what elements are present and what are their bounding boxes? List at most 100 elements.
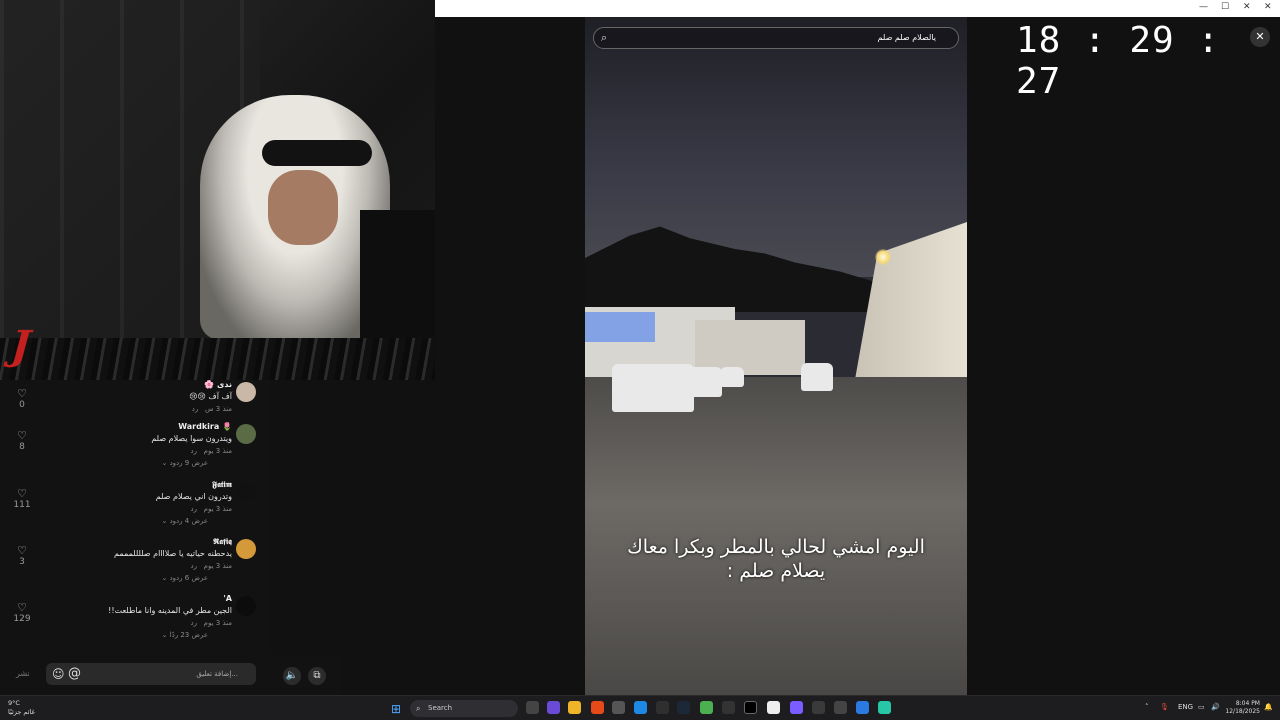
search-query[interactable]: يالصلام صلم صلم	[878, 33, 936, 42]
headset-gear	[360, 210, 435, 340]
like-count: 8	[19, 442, 25, 452]
folder-icon[interactable]	[568, 701, 581, 714]
parked-car	[720, 367, 744, 387]
search-icon[interactable]: ⌕	[601, 31, 607, 45]
streamer-agal	[262, 140, 372, 166]
excel-icon[interactable]	[812, 701, 825, 714]
windows-start-icon[interactable]: ⊞	[391, 702, 401, 716]
avatar[interactable]	[236, 539, 256, 559]
avatar[interactable]	[236, 482, 256, 502]
steam-icon[interactable]	[677, 701, 690, 714]
comment-text: وتدرون اني يصلام صلم	[155, 492, 232, 501]
volume-icon[interactable]: 🔈	[283, 667, 301, 685]
blue-light	[585, 312, 655, 342]
overlay-texture-stripe	[0, 338, 435, 380]
avatar[interactable]	[236, 424, 256, 444]
view-replies-button[interactable]: عرض 6 ردود	[170, 574, 208, 582]
reply-button[interactable]: رد	[190, 447, 197, 455]
store-icon[interactable]	[612, 701, 625, 714]
notification-icon[interactable]: 🔔	[1264, 703, 1273, 711]
streamer-face	[268, 170, 338, 245]
post-button[interactable]: نشر	[16, 669, 30, 678]
caption-line: يصلام صلم :	[726, 560, 826, 582]
parked-car	[801, 363, 833, 391]
app-grid-icon[interactable]	[856, 701, 869, 714]
mic-icon[interactable]: 🎙	[1160, 703, 1169, 711]
reply-button[interactable]: رد	[190, 505, 197, 513]
clock-display: 18 : 29 : 27	[1016, 20, 1221, 102]
weather-widget[interactable]: 9°C غائم جزئيًا	[8, 699, 35, 717]
display-icon[interactable]: ▭	[1198, 703, 1205, 711]
mention-icon[interactable]: @	[68, 666, 81, 681]
taskbar-date: 12/18/2025	[1225, 708, 1260, 715]
comment-item[interactable]: ♡ 8 🌷 Wardkira ويتدرون سوا يصلام صلم منذ …	[0, 422, 270, 478]
task-view-icon[interactable]	[526, 701, 539, 714]
chevron-down-icon: ⌄	[161, 517, 168, 525]
view-replies-button[interactable]: عرض 9 ردود	[170, 459, 208, 467]
weather-temp: 9°C	[8, 699, 20, 707]
comment-time: منذ 3 يوم	[203, 447, 232, 455]
like-count: 129	[13, 614, 31, 624]
comment-username[interactable]: 𝕽𝖆𝖋𝖎𝖖	[32, 537, 232, 548]
datetime[interactable]: 8:04 PM 12/18/2025	[1222, 700, 1260, 716]
xbox-icon[interactable]	[700, 701, 713, 714]
discord-icon[interactable]	[790, 701, 803, 714]
reply-button[interactable]: رد	[190, 619, 197, 627]
brave-icon[interactable]	[591, 701, 604, 714]
comment-time: منذ 3 س	[204, 405, 232, 413]
maximize-icon[interactable]: ☐	[1221, 2, 1229, 12]
view-replies-button[interactable]: عرض 23 ردًا	[170, 631, 208, 639]
comment-username[interactable]: ندى 🌸	[32, 380, 232, 391]
taskbar-time: 8:04 PM	[1235, 700, 1260, 707]
comment-username[interactable]: A'	[32, 594, 232, 605]
speaker-icon[interactable]: 🔊	[1211, 703, 1220, 711]
comment-text: يدحطنه حياتيه يا صلاااام صللللمممم	[114, 549, 232, 558]
comment-item[interactable]: ♡ 3 𝕽𝖆𝖋𝖎𝖖 يدحطنه حياتيه يا صلاااام صللللم…	[0, 537, 270, 593]
weather-desc: غائم جزئيًا	[8, 708, 35, 716]
chrome-icon[interactable]	[834, 701, 847, 714]
parked-car	[684, 367, 722, 397]
emoji-icon[interactable]: ☺	[52, 667, 65, 681]
caption-line: اليوم امشي لحالي بالمطر وبكرا معاك	[627, 536, 925, 558]
avatar[interactable]	[236, 596, 256, 616]
copy-icon[interactable]: ⧉	[308, 667, 326, 685]
minimize-icon[interactable]: —	[1199, 2, 1208, 12]
close-icon[interactable]: ✕	[1250, 27, 1270, 47]
comment-time: منذ 3 يوم	[203, 505, 232, 513]
parked-car	[612, 364, 694, 412]
restore-icon[interactable]: ✕	[1243, 2, 1251, 12]
copilot-icon[interactable]	[547, 701, 560, 714]
app-icon[interactable]	[878, 701, 891, 714]
tiktok-icon[interactable]	[744, 701, 757, 714]
video-caption: اليوم امشي لحالي بالمطر وبكرا معاك يصلام…	[585, 535, 967, 583]
comment-time: منذ 3 يوم	[203, 562, 232, 570]
comment-item[interactable]: ♡ 111 𝕱𝖆𝖙𝖎𝖒 وتدرون اني يصلام صلم منذ 3 يو…	[0, 480, 270, 536]
reply-button[interactable]: رد	[192, 405, 199, 413]
taskbar-search[interactable]: ⌕ Search	[410, 700, 518, 717]
avatar[interactable]	[236, 382, 256, 402]
comment-item[interactable]: ♡ 129 A' الجين مطر في المدينه وانا ماطلعت…	[0, 594, 270, 650]
like-count: 0	[19, 400, 25, 410]
taskbar: 9°C غائم جزئيًا ⊞ ⌕ Search ˄ 🎙 ENG ▭ 🔊 8…	[0, 695, 1280, 720]
obs-icon[interactable]	[656, 701, 669, 714]
close-icon[interactable]: ✕	[1264, 2, 1272, 12]
chevron-up-icon[interactable]: ˄	[1145, 703, 1149, 711]
window-titlebar: — ☐ ✕ ✕	[435, 0, 1280, 17]
search-icon: ⌕	[416, 704, 421, 713]
edge-icon[interactable]	[634, 701, 647, 714]
comment-text: ويتدرون سوا يصلام صلم	[151, 434, 232, 443]
view-replies-button[interactable]: عرض 4 ردود	[170, 517, 208, 525]
notion-icon[interactable]	[767, 701, 780, 714]
video-search-bar[interactable]: ⌕ يالصلام صلم صلم	[593, 27, 959, 49]
comments-panel[interactable]: ♡ 0 ندى 🌸 آف آف 😢😢 منذ 3 س رد ♡ 8 🌷 Wardki…	[0, 380, 270, 652]
language-indicator[interactable]: ENG	[1178, 703, 1193, 711]
comment-username[interactable]: 🌷 Wardkira	[32, 422, 232, 433]
chevron-down-icon: ⌄	[161, 459, 168, 467]
comment-username[interactable]: 𝕱𝖆𝖙𝖎𝖒	[32, 480, 232, 491]
comment-input-bar: نشر ☺ @ 🔈 ⧉	[0, 655, 340, 695]
comment-text: الجين مطر في المدينه وانا ماطلعت!!	[108, 606, 232, 615]
video-player[interactable]: ⌕ يالصلام صلم صلم اليوم امشي لحالي بالمط…	[585, 17, 967, 695]
epic-icon[interactable]	[722, 701, 735, 714]
like-count: 111	[13, 500, 31, 510]
reply-button[interactable]: رد	[190, 562, 197, 570]
